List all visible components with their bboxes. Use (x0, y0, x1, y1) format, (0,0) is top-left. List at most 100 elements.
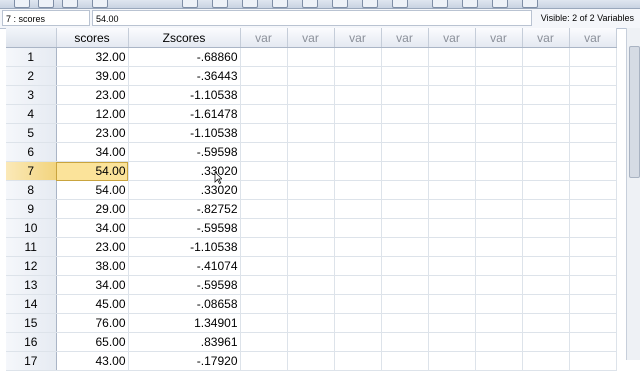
open-file-icon[interactable] (14, 0, 30, 8)
cell-zscores[interactable]: -.17920 (128, 351, 241, 371)
cell-empty[interactable] (334, 161, 382, 181)
cell-empty[interactable] (334, 142, 382, 162)
cell-empty[interactable] (475, 256, 523, 276)
cell-empty[interactable] (569, 332, 617, 352)
cell-empty[interactable] (287, 104, 335, 124)
cell-zscores[interactable]: -.68860 (128, 47, 241, 67)
cell-zscores[interactable]: .33020 (128, 180, 241, 200)
cell-empty[interactable] (475, 180, 523, 200)
cell-empty[interactable] (381, 294, 429, 314)
cell-empty[interactable] (475, 161, 523, 181)
column-header-var[interactable]: var (381, 28, 429, 48)
cell-empty[interactable] (475, 237, 523, 257)
cell-empty[interactable] (522, 180, 570, 200)
cell-empty[interactable] (522, 313, 570, 333)
cell-empty[interactable] (334, 332, 382, 352)
cell-empty[interactable] (334, 256, 382, 276)
cell-empty[interactable] (334, 218, 382, 238)
cell-empty[interactable] (428, 218, 476, 238)
row-number[interactable]: 13 (6, 275, 57, 295)
cell-empty[interactable] (381, 104, 429, 124)
cell-zscores[interactable]: -1.61478 (128, 104, 241, 124)
cell-empty[interactable] (569, 294, 617, 314)
cell-empty[interactable] (381, 313, 429, 333)
goto-case-icon[interactable] (182, 0, 198, 8)
cell-empty[interactable] (334, 351, 382, 371)
column-header-var[interactable]: var (240, 28, 288, 48)
cell-empty[interactable] (522, 142, 570, 162)
cell-empty[interactable] (475, 47, 523, 67)
row-number[interactable]: 1 (6, 47, 57, 67)
cell-zscores[interactable]: -1.10538 (128, 85, 241, 105)
row-number[interactable]: 12 (6, 256, 57, 276)
cell-empty[interactable] (334, 123, 382, 143)
column-header-var[interactable]: var (569, 28, 617, 48)
cell-zscores[interactable]: -1.10538 (128, 237, 241, 257)
cell-empty[interactable] (475, 313, 523, 333)
cell-zscores[interactable]: -.36443 (128, 66, 241, 86)
cell-empty[interactable] (428, 256, 476, 276)
cell-empty[interactable] (569, 161, 617, 181)
cell-empty[interactable] (569, 47, 617, 67)
cell-empty[interactable] (240, 313, 288, 333)
cell-scores[interactable]: 34.00 (56, 218, 129, 238)
cell-empty[interactable] (287, 199, 335, 219)
find-icon[interactable] (242, 0, 258, 8)
cell-empty[interactable] (240, 256, 288, 276)
cell-empty[interactable] (240, 123, 288, 143)
spelling-icon[interactable] (492, 0, 508, 8)
row-number[interactable]: 4 (6, 104, 57, 124)
cell-empty[interactable] (334, 66, 382, 86)
cell-empty[interactable] (428, 66, 476, 86)
cell-empty[interactable] (240, 180, 288, 200)
row-number[interactable]: 11 (6, 237, 57, 257)
cell-scores[interactable]: 23.00 (56, 85, 129, 105)
cell-empty[interactable] (381, 47, 429, 67)
cell-empty[interactable] (522, 85, 570, 105)
row-number[interactable]: 16 (6, 332, 57, 352)
insert-cases-icon[interactable] (272, 0, 288, 8)
cell-empty[interactable] (287, 237, 335, 257)
scrollbar-thumb[interactable] (629, 46, 640, 178)
cell-empty[interactable] (569, 85, 617, 105)
cell-empty[interactable] (569, 123, 617, 143)
cell-empty[interactable] (428, 294, 476, 314)
grid-corner[interactable] (6, 28, 57, 48)
row-number[interactable]: 8 (6, 180, 57, 200)
cell-empty[interactable] (475, 142, 523, 162)
scripts-icon[interactable] (522, 0, 538, 8)
cell-empty[interactable] (240, 332, 288, 352)
cell-empty[interactable] (287, 161, 335, 181)
cell-empty[interactable] (569, 66, 617, 86)
cell-empty[interactable] (569, 199, 617, 219)
row-number[interactable]: 9 (6, 199, 57, 219)
cell-empty[interactable] (381, 161, 429, 181)
cell-empty[interactable] (334, 47, 382, 67)
cell-empty[interactable] (522, 123, 570, 143)
cell-empty[interactable] (522, 294, 570, 314)
cell-scores[interactable]: 32.00 (56, 47, 129, 67)
cell-empty[interactable] (522, 161, 570, 181)
insert-variable-icon[interactable] (302, 0, 318, 8)
cell-zscores[interactable]: 1.34901 (128, 313, 241, 333)
cell-empty[interactable] (522, 218, 570, 238)
cell-empty[interactable] (287, 313, 335, 333)
cell-empty[interactable] (428, 180, 476, 200)
column-header-var[interactable]: var (522, 28, 570, 48)
cell-empty[interactable] (334, 104, 382, 124)
row-number[interactable]: 3 (6, 85, 57, 105)
cell-empty[interactable] (240, 161, 288, 181)
column-header-var[interactable]: var (428, 28, 476, 48)
cell-scores[interactable]: 43.00 (56, 351, 129, 371)
cell-empty[interactable] (287, 351, 335, 371)
cell-empty[interactable] (475, 66, 523, 86)
cell-empty[interactable] (428, 47, 476, 67)
cell-zscores[interactable]: -.08658 (128, 294, 241, 314)
cell-empty[interactable] (428, 104, 476, 124)
cell-empty[interactable] (381, 218, 429, 238)
cell-empty[interactable] (287, 256, 335, 276)
cell-empty[interactable] (381, 256, 429, 276)
row-number[interactable]: 6 (6, 142, 57, 162)
cell-empty[interactable] (475, 332, 523, 352)
cell-empty[interactable] (240, 47, 288, 67)
